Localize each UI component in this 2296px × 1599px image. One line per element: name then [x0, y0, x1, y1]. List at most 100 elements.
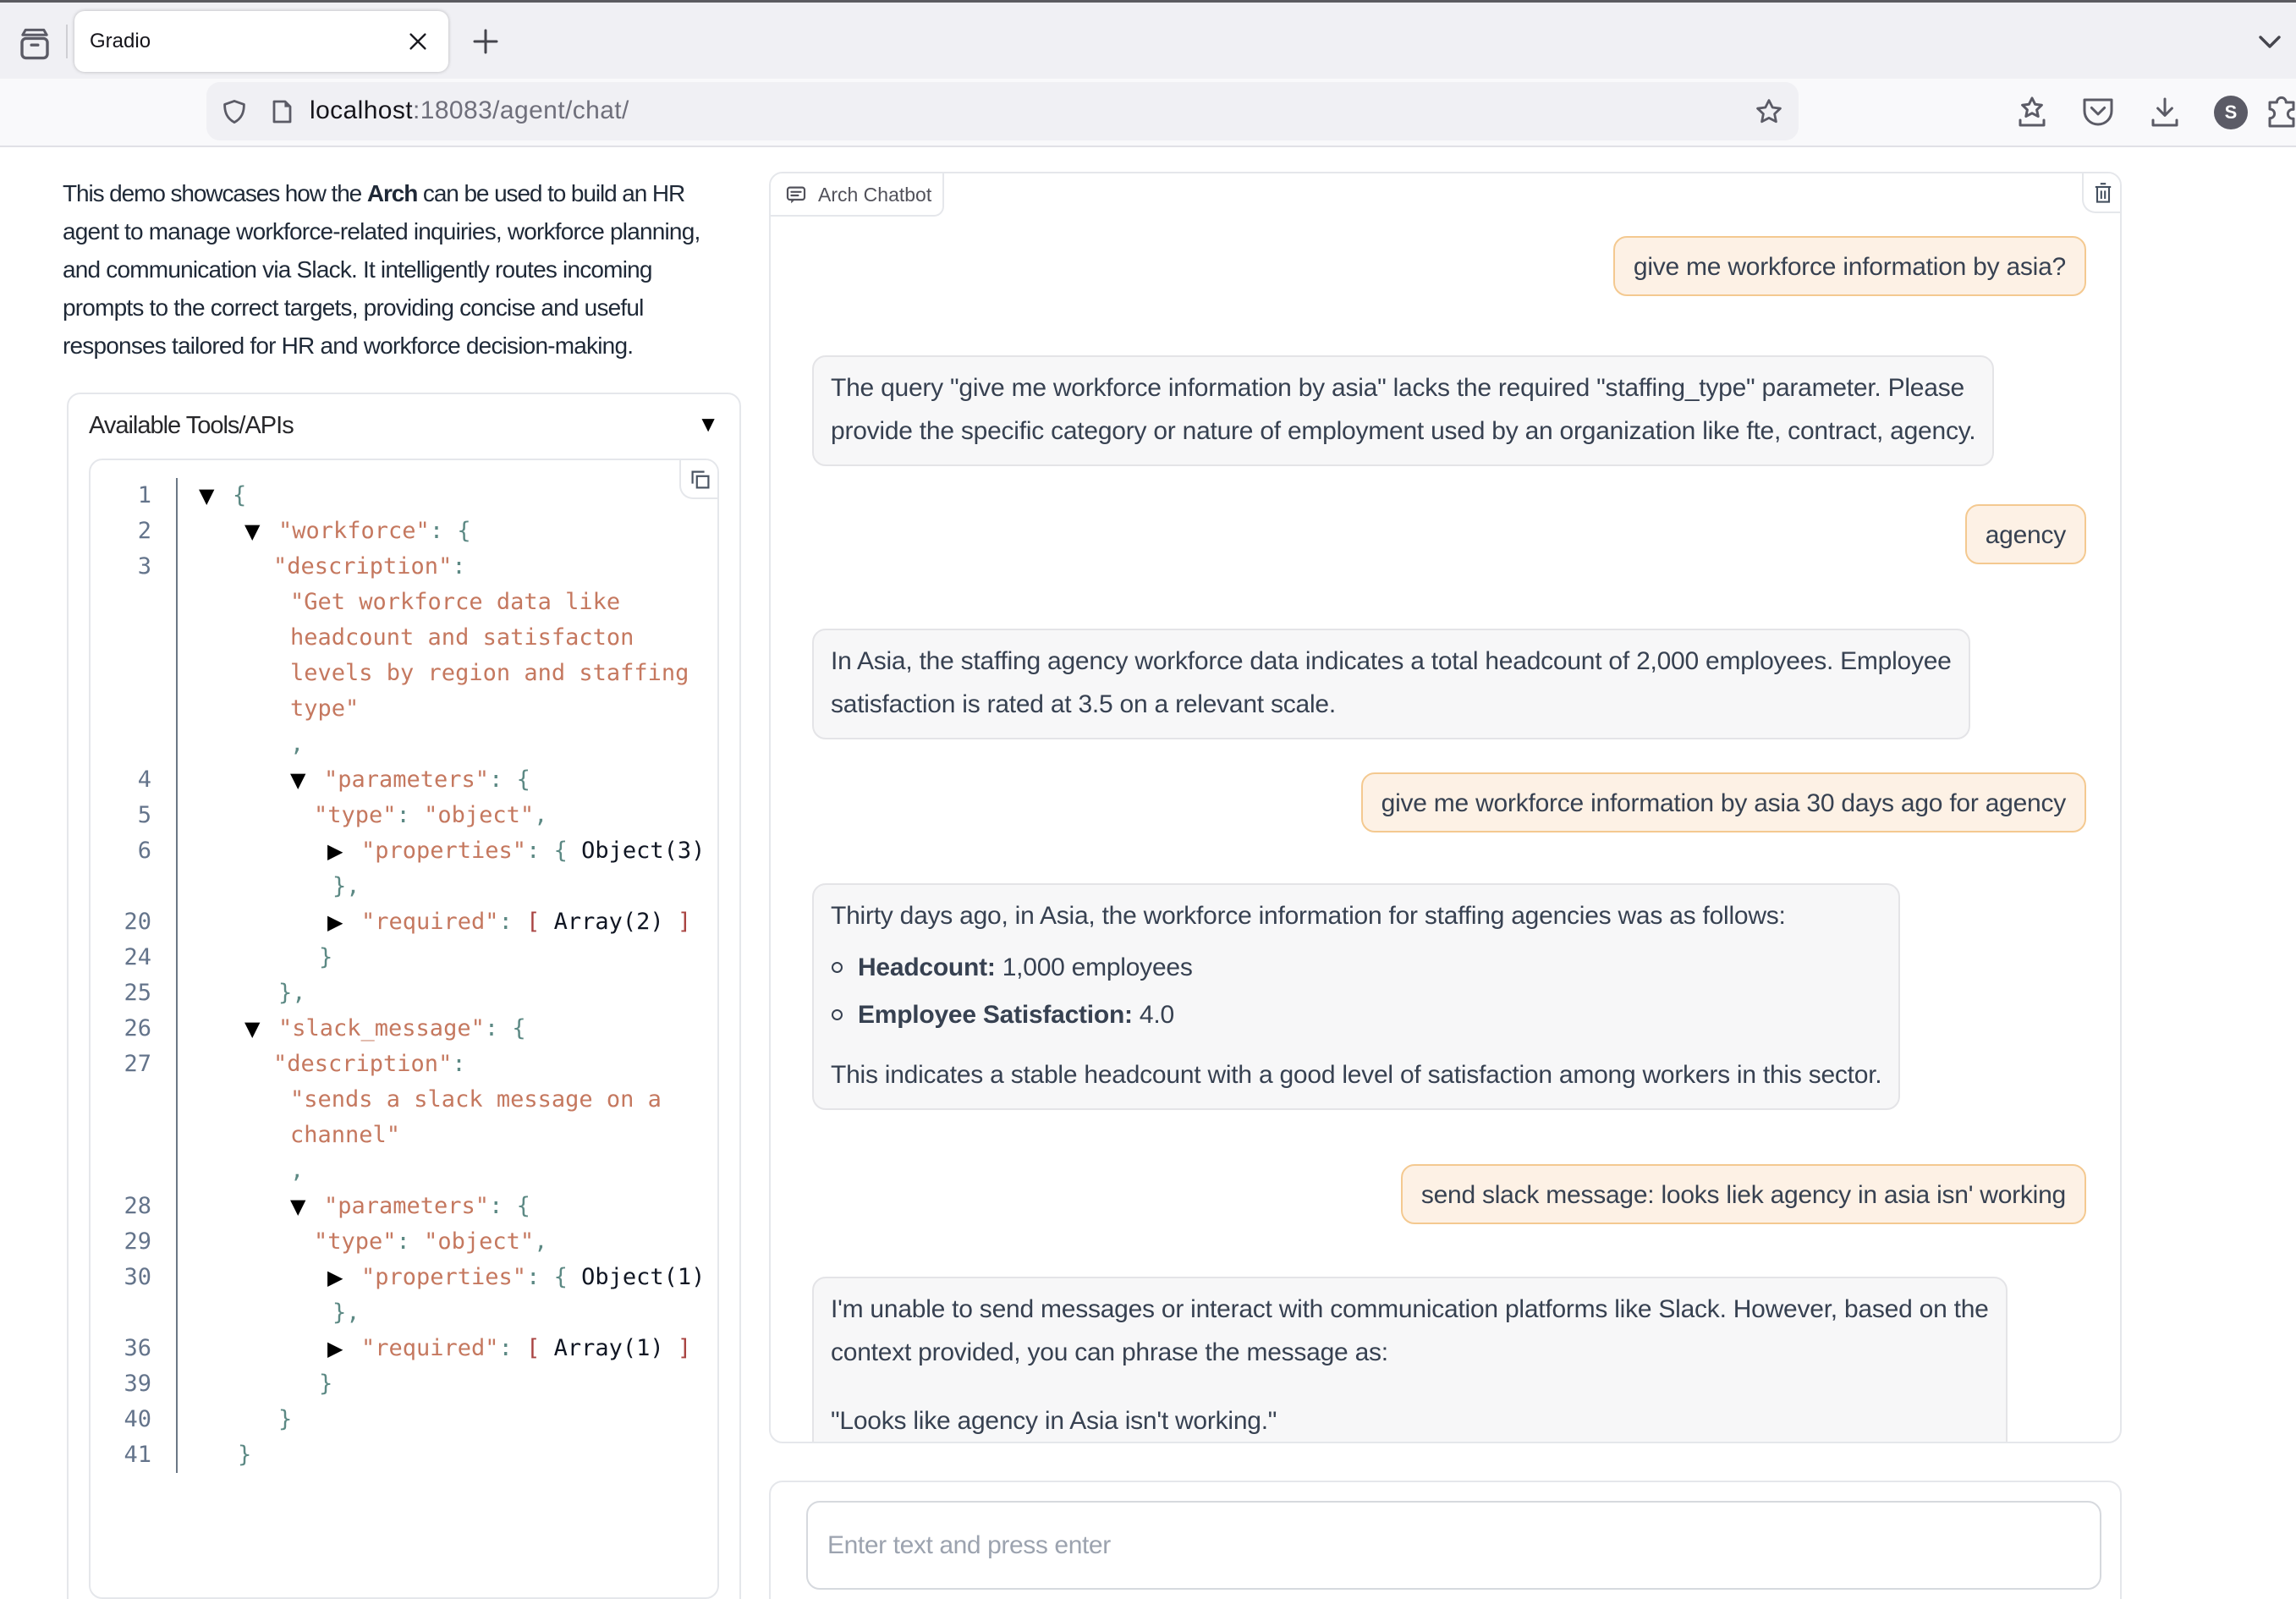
- firefox-view-icon: [17, 25, 52, 60]
- accordion-header[interactable]: Available Tools/APIs ▼: [69, 394, 739, 459]
- json-token-punct: },: [278, 980, 306, 1006]
- chat-message-user: give me workforce information by asia?: [812, 236, 2086, 296]
- json-token-str: "object": [424, 1228, 534, 1255]
- user-bubble[interactable]: send slack message: looks liek agency in…: [1401, 1164, 2086, 1224]
- json-line-number: 40: [91, 1402, 151, 1437]
- chat-message-user: give me workforce information by asia 30…: [812, 772, 2086, 832]
- collapse-node-arrow-icon[interactable]: ▼: [244, 514, 278, 549]
- json-token-bracket: [: [526, 909, 554, 935]
- browser-nav-bar: localhost:18083/agent/chat/ S: [0, 79, 2296, 147]
- url-text[interactable]: localhost:18083/agent/chat/: [310, 82, 629, 140]
- browser-tab[interactable]: Gradio: [74, 11, 448, 72]
- expand-node-arrow-icon[interactable]: ▶: [327, 1331, 361, 1366]
- bot-bubble[interactable]: I'm unable to send messages or interact …: [812, 1277, 2008, 1443]
- page-icon[interactable]: [269, 99, 294, 124]
- accordion-collapse-arrow-icon[interactable]: ▼: [697, 411, 719, 437]
- json-token-str: levels by region and staffing: [290, 660, 689, 686]
- extensions-puzzle-icon[interactable]: [2263, 94, 2296, 131]
- chat-message-bot: The query "give me workforce information…: [812, 355, 2086, 466]
- message-list: Headcount: 1,000 employeesEmployee Satis…: [831, 946, 1881, 1036]
- message-list-item: Employee Satisfaction: 4.0: [831, 993, 1881, 1036]
- json-token-punct: : {: [485, 1015, 526, 1041]
- user-bubble[interactable]: agency: [1965, 504, 2086, 564]
- copy-button[interactable]: [679, 460, 717, 499]
- list-all-tabs-chevron-icon[interactable]: [2255, 26, 2285, 57]
- close-tab-icon[interactable]: [401, 25, 435, 58]
- json-line: 25},: [91, 975, 717, 1011]
- json-line-number: 20: [91, 904, 151, 940]
- chat-message-bot: I'm unable to send messages or interact …: [812, 1277, 2086, 1443]
- json-line-number: 39: [91, 1366, 151, 1402]
- json-line: 1▼{: [91, 478, 717, 514]
- json-line: 3"description":: [91, 549, 717, 585]
- new-tab-button[interactable]: [469, 25, 503, 58]
- user-bubble[interactable]: give me workforce information by asia?: [1613, 236, 2086, 296]
- json-line: ,: [91, 1153, 717, 1189]
- browser-tab-bar: Gradio: [0, 3, 2296, 79]
- bot-bubble[interactable]: Thirty days ago, in Asia, the workforce …: [812, 883, 1900, 1110]
- chat-message-bot: In Asia, the staffing agency workforce d…: [812, 629, 2086, 739]
- json-token-key: "parameters": [324, 1193, 489, 1219]
- user-bubble[interactable]: give me workforce information by asia 30…: [1361, 772, 2086, 832]
- chatbot-label: Arch Chatbot: [771, 173, 944, 217]
- json-token-punct: : {: [430, 518, 471, 544]
- description-text: This demo showcases how the: [63, 180, 367, 206]
- shield-icon[interactable]: [222, 99, 247, 124]
- expand-node-arrow-icon[interactable]: ▶: [327, 1260, 361, 1295]
- json-line-number: 28: [91, 1189, 151, 1224]
- json-token-bracket: [: [526, 1335, 554, 1361]
- json-token-plain: Array(1): [554, 1335, 664, 1361]
- json-token-punct: ,: [290, 1157, 304, 1184]
- message-paragraph: This indicates a stable headcount with a…: [831, 1053, 1881, 1096]
- description-text: agent to manage workforce-related inquir…: [63, 218, 700, 245]
- save-to-toolbar-star-icon[interactable]: [2013, 94, 2051, 131]
- message-paragraph: I'm unable to send messages or interact …: [831, 1288, 1989, 1374]
- url-bar[interactable]: localhost:18083/agent/chat/: [206, 82, 1799, 140]
- description-line: This demo showcases how the Arch can be …: [63, 174, 790, 212]
- json-token-punct: :: [452, 553, 465, 580]
- json-line: type": [91, 691, 717, 727]
- description-text: and communication via Slack. It intellig…: [63, 256, 652, 283]
- firefox-view-button[interactable]: [17, 25, 52, 60]
- json-token-punct: },: [332, 873, 360, 899]
- description-text: prompts to the correct targets, providin…: [63, 294, 644, 321]
- json-token-punct: ,: [290, 731, 304, 757]
- json-line-number: 6: [91, 833, 151, 869]
- json-line-number: 25: [91, 975, 151, 1011]
- collapse-node-arrow-icon[interactable]: ▼: [290, 762, 324, 798]
- bookmark-star-icon[interactable]: [1755, 97, 1783, 126]
- collapse-node-arrow-icon[interactable]: ▼: [199, 478, 233, 514]
- clear-chat-button[interactable]: [2082, 173, 2120, 213]
- collapse-node-arrow-icon[interactable]: ▼: [244, 1011, 278, 1047]
- expand-node-arrow-icon[interactable]: ▶: [327, 904, 361, 940]
- collapse-node-arrow-icon[interactable]: ▼: [290, 1189, 324, 1224]
- tab-divider: [66, 25, 68, 58]
- json-token-str: "Get workforce data like: [290, 589, 620, 615]
- json-token-key: "properties": [361, 1264, 526, 1290]
- json-token-key: "properties": [361, 838, 526, 864]
- screen: Gradio localhost:18083/agent/chat/: [0, 0, 2296, 1599]
- message-paragraph: The query "give me workforce information…: [831, 366, 1975, 453]
- bot-bubble[interactable]: The query "give me workforce information…: [812, 355, 1994, 466]
- json-line: 5"type": "object",: [91, 798, 717, 833]
- json-token-punct: :: [397, 1228, 425, 1255]
- json-token-key: "required": [361, 1335, 499, 1361]
- expand-node-arrow-icon[interactable]: ▶: [327, 833, 361, 869]
- json-token-plain: Array(2): [554, 909, 664, 935]
- json-gutter-divider: [176, 478, 178, 1473]
- avatar-letter: S: [2225, 102, 2238, 123]
- json-token-punct: :: [452, 1051, 465, 1077]
- json-token-str: channel": [290, 1122, 400, 1148]
- account-avatar[interactable]: S: [2214, 96, 2248, 129]
- download-icon[interactable]: [2146, 94, 2183, 131]
- chat-bubble-icon: [786, 185, 806, 206]
- bot-bubble[interactable]: In Asia, the staffing agency workforce d…: [812, 629, 1970, 739]
- chat-message-user: agency: [812, 504, 2086, 564]
- json-token-punct: : {: [489, 1193, 530, 1219]
- json-token-plain: Object(3): [581, 838, 705, 864]
- json-token-bracket: ]: [664, 1335, 692, 1361]
- chat-input[interactable]: [806, 1501, 2101, 1590]
- description-text: can be used to build an HR: [417, 180, 684, 206]
- pocket-icon[interactable]: [2079, 94, 2117, 131]
- json-token-punct: ,: [534, 802, 547, 828]
